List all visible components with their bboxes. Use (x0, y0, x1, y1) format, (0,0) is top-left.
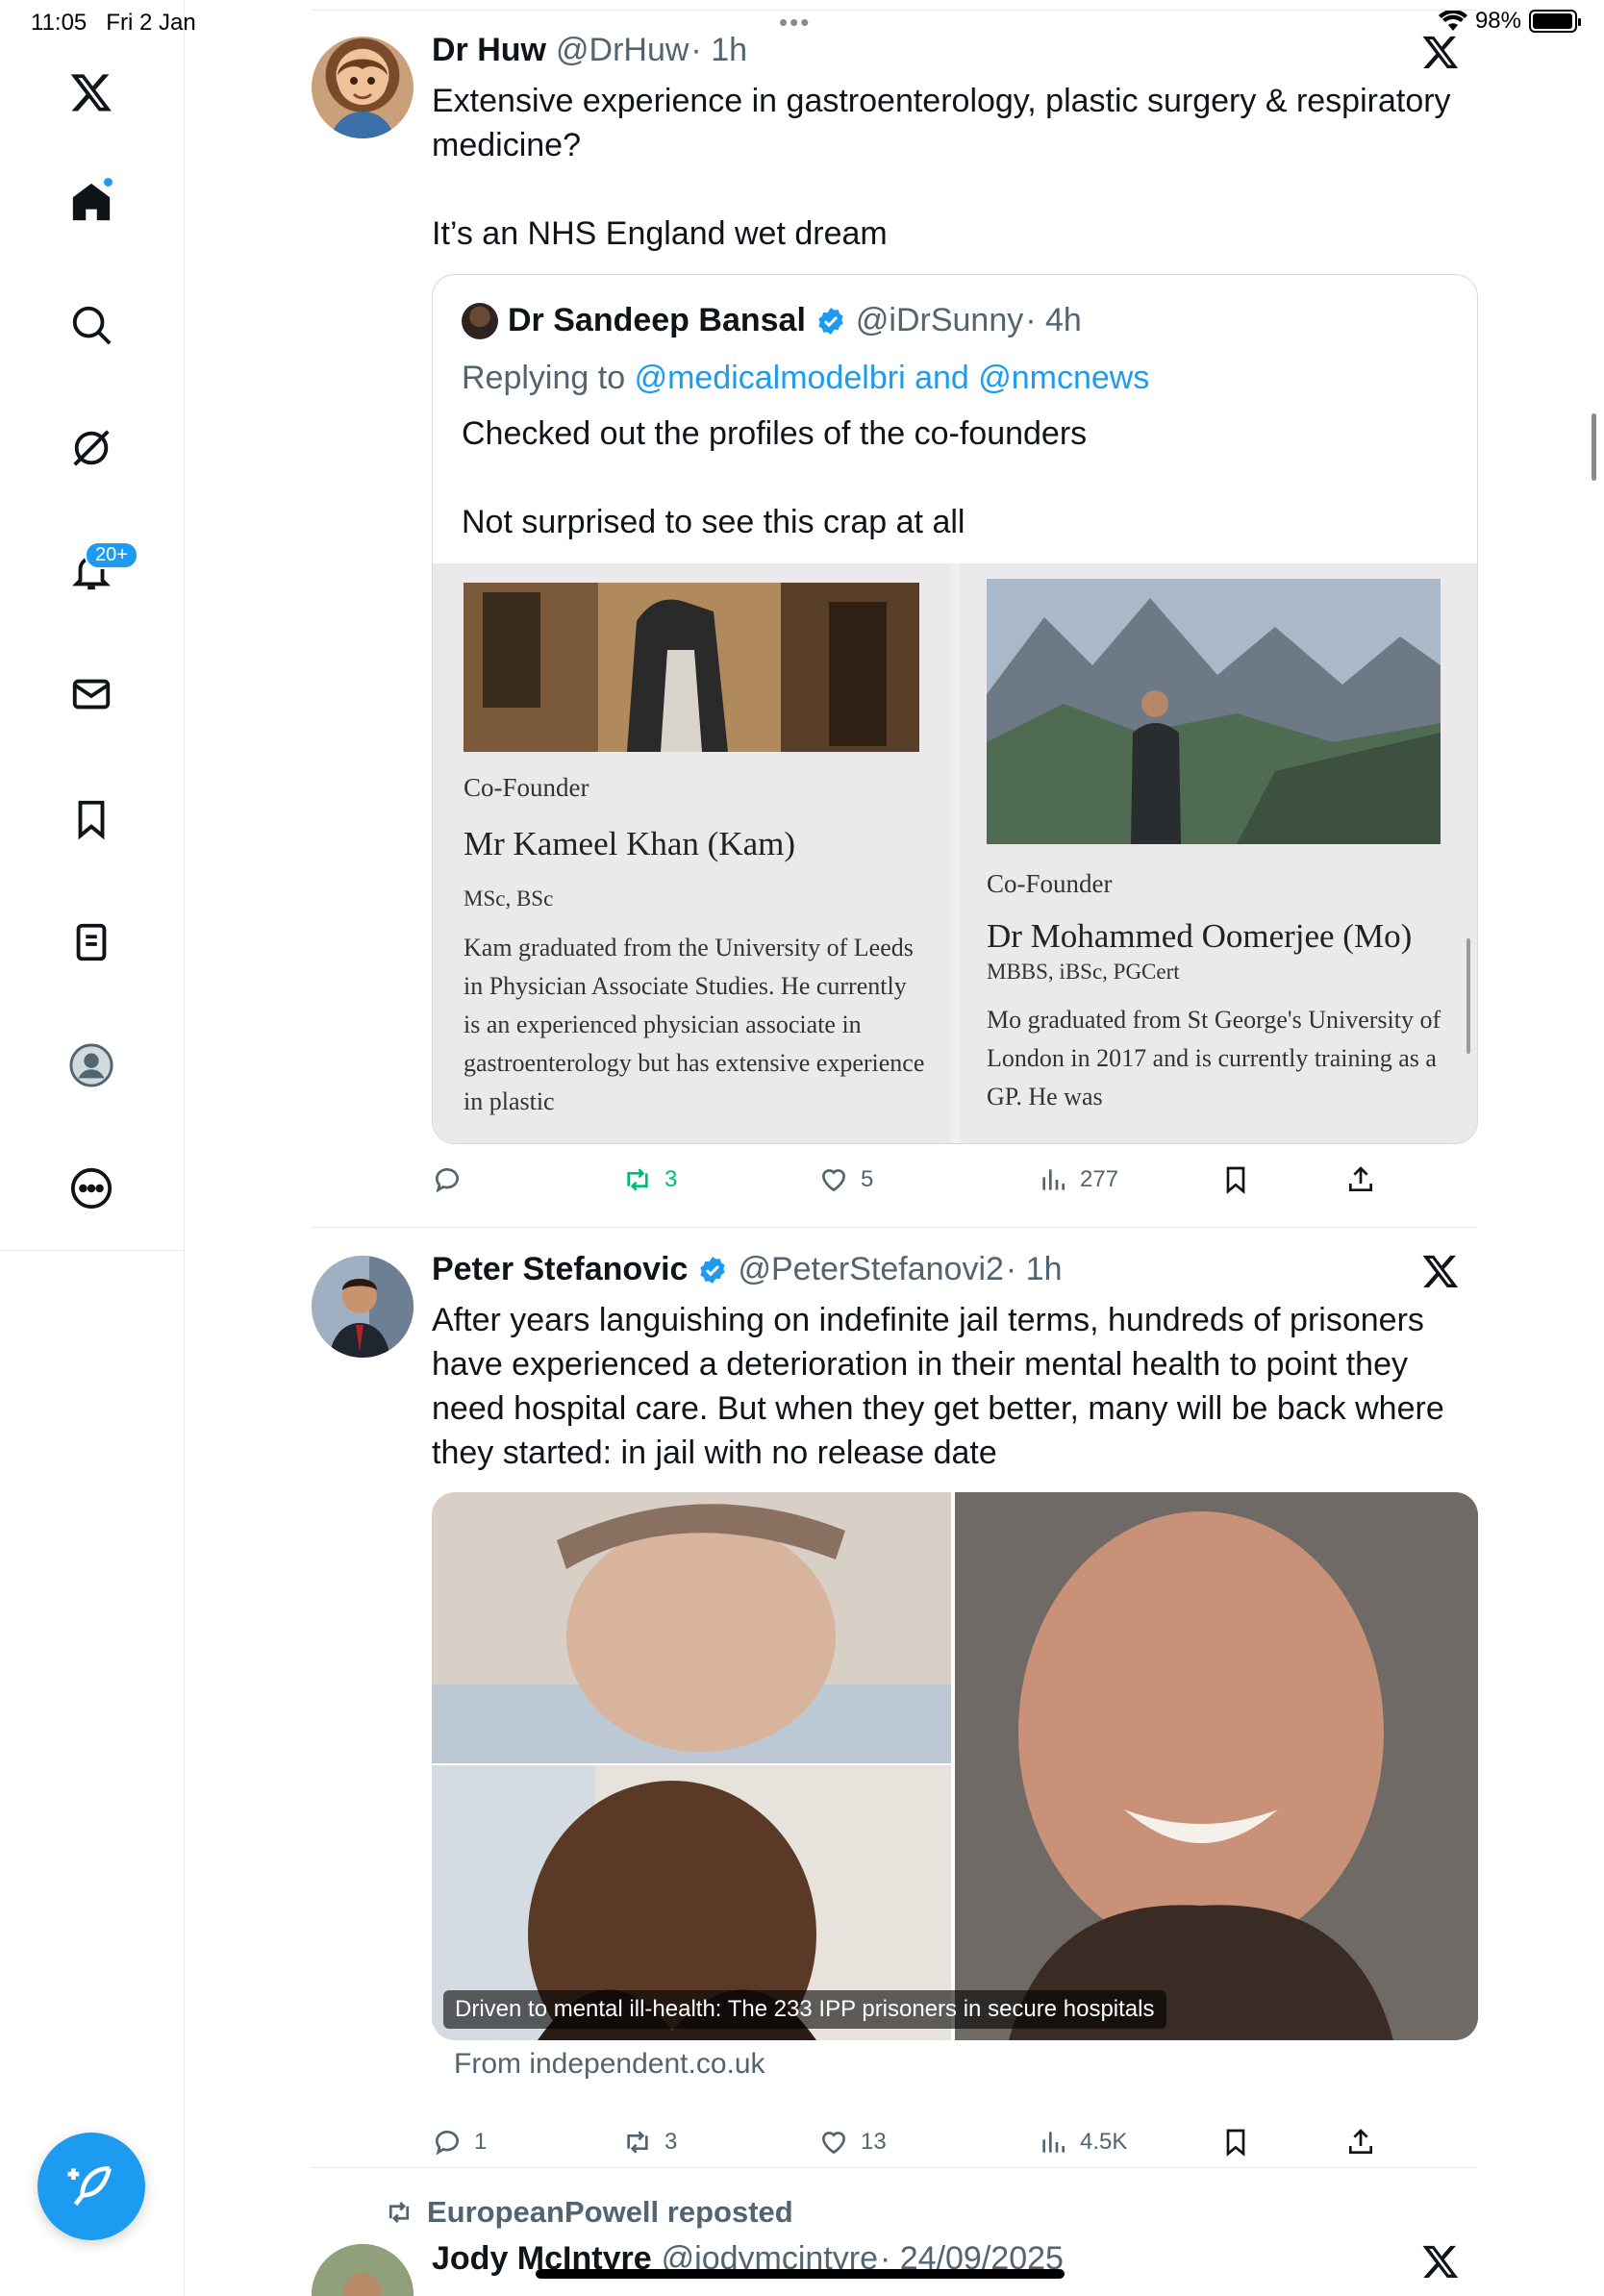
verified-badge-icon (700, 1256, 726, 1284)
avatar[interactable] (312, 37, 414, 138)
bookmark-button[interactable] (1220, 2121, 1251, 2163)
battery-icon (1529, 10, 1581, 33)
cofounder-photo (464, 583, 919, 752)
cofounder-name: Dr Mohammed Oomerjee (Mo) (987, 917, 1413, 955)
avatar[interactable] (312, 1256, 414, 1358)
share-icon (1349, 1166, 1372, 1191)
x-logo-icon (1422, 36, 1459, 68)
x-logo-icon (1422, 1255, 1459, 1287)
retweet-button[interactable]: 3 (622, 1159, 677, 1201)
link-card-image[interactable]: Driven to mental ill-health: The 233 IPP… (432, 1492, 1478, 2040)
author-name[interactable]: Dr Huw (432, 32, 546, 69)
cofounder-card: Co-Founder Dr Mohammed Oomerjee (Mo) MBB… (960, 563, 1477, 1143)
quoted-tweet-header: Dr Sandeep Bansal @iDrSunny · 4h (462, 302, 1082, 339)
retweet-button[interactable]: 3 (622, 2121, 677, 2163)
x-logo-icon[interactable] (64, 65, 118, 119)
cofounder-photo (987, 579, 1441, 844)
share-button[interactable] (1345, 1159, 1376, 1201)
author-name[interactable]: Peter Stefanovic (432, 1251, 688, 1288)
heart-icon (821, 2132, 846, 2155)
battery-percent: 98% (1474, 8, 1521, 34)
tweet-header: Dr Huw @DrHuw · 1h (432, 32, 747, 69)
cofounder-card: Co-Founder Mr Kameel Khan (Kam) MSc, BSc… (433, 563, 950, 1143)
author-handle[interactable]: @DrHuw (556, 32, 689, 69)
compose-feather-icon (67, 2166, 112, 2207)
profile-avatar-icon[interactable] (64, 1038, 118, 1092)
quoted-tweet[interactable]: Dr Sandeep Bansal @iDrSunny · 4h Replyin… (432, 274, 1478, 1144)
tweet-actions: 3 5 277 (432, 1159, 1393, 1201)
bookmark-button[interactable] (1220, 1159, 1251, 1201)
retweet-icon (627, 1168, 648, 1191)
like-button[interactable]: 13 (818, 2121, 887, 2163)
compose-post-button[interactable] (38, 2133, 145, 2240)
tweet-header: Peter Stefanovic @PeterStefanovi2 · 1h (432, 1251, 1063, 1288)
link-card-title: Driven to mental ill-health: The 233 IPP… (443, 1990, 1166, 2029)
tweet-card[interactable]: Dr Huw @DrHuw · 1h Extensive experience … (312, 0, 1478, 1221)
messages-envelope-icon[interactable] (64, 667, 118, 721)
cofounder-name: Mr Kameel Khan (Kam) (464, 825, 796, 862)
sidebar: 20+ (0, 0, 185, 2296)
quoted-avatar (462, 302, 498, 339)
bookmarks-icon[interactable] (64, 792, 118, 846)
author-handle[interactable]: @PeterStefanovi2 (738, 1251, 1003, 1288)
tweet-time[interactable]: · 1h (690, 32, 747, 69)
quoted-tweet-text: Checked out the profiles of the co-found… (462, 415, 1088, 540)
replying-to: Replying to @medicalmodelbri and @nmcnew… (462, 360, 1150, 396)
lists-icon[interactable] (64, 915, 118, 969)
cofounder-qualifications: MBBS, iBSc, PGCert (987, 960, 1180, 984)
link-source[interactable]: From independent.co.uk (454, 2048, 765, 2081)
sidebar-divider (0, 1250, 185, 1251)
quoted-tweet-time: · 4h (1025, 302, 1082, 338)
scroll-indicator[interactable] (1591, 413, 1596, 481)
x-logo-icon (1422, 2245, 1459, 2278)
avatar[interactable] (312, 2244, 414, 2296)
cofounder-role: Co-Founder (464, 773, 589, 802)
views-icon (1042, 2132, 1065, 2153)
cofounder-bio: Mo graduated from St George's University… (987, 1006, 1441, 1111)
cofounder-qualifications: MSc, BSc (464, 886, 554, 911)
verified-badge-icon (818, 307, 843, 335)
cofounder-bio: Kam graduated from the University of Lee… (464, 934, 925, 1115)
quoted-tweet-image[interactable]: Co-Founder Mr Kameel Khan (Kam) MSc, BSc… (433, 563, 1477, 1143)
tweet-time[interactable]: · 1h (1006, 1251, 1063, 1288)
quoted-author-handle: @iDrSunny (855, 302, 1024, 338)
grok-icon[interactable] (64, 421, 118, 475)
tweet-text: Extensive experience in gastroenterology… (432, 83, 1451, 252)
home-indicator[interactable] (536, 2269, 1065, 2279)
reply-icon (436, 2131, 459, 2156)
heart-icon (821, 1169, 846, 1192)
reply-button[interactable]: 1 (432, 2121, 487, 2163)
share-button[interactable] (1345, 2121, 1376, 2163)
bookmark-icon (1226, 1166, 1245, 1194)
search-icon[interactable] (64, 298, 118, 352)
views-button[interactable]: 4.5K (1038, 2121, 1127, 2163)
like-button[interactable]: 5 (818, 1159, 873, 1201)
tweet-card[interactable]: Peter Stefanovic @PeterStefanovi2 · 1h A… (312, 1227, 1478, 2169)
cofounder-role: Co-Founder (987, 869, 1113, 898)
replying-to-handles[interactable]: @medicalmodelbri and @nmcnews (635, 360, 1150, 396)
tweet-text: After years languishing on indefinite ja… (432, 1302, 1454, 1471)
retweet-icon (627, 2131, 648, 2154)
reply-button[interactable] (432, 1159, 474, 1201)
reply-icon (436, 1168, 459, 1193)
views-icon (1042, 1169, 1065, 1190)
views-button[interactable]: 277 (1038, 1159, 1118, 1201)
home-notification-dot (102, 176, 114, 188)
bookmark-icon (1226, 2129, 1245, 2157)
quoted-author-name: Dr Sandeep Bansal (508, 302, 806, 338)
card-scrollbar (1466, 938, 1470, 1054)
more-options-icon[interactable] (64, 1161, 118, 1215)
notifications-badge: 20+ (85, 541, 138, 569)
prisoners-photo-collage (432, 1492, 1478, 2040)
share-icon (1349, 2129, 1372, 2154)
tweet-actions: 1 3 13 4.5K (432, 2121, 1393, 2163)
